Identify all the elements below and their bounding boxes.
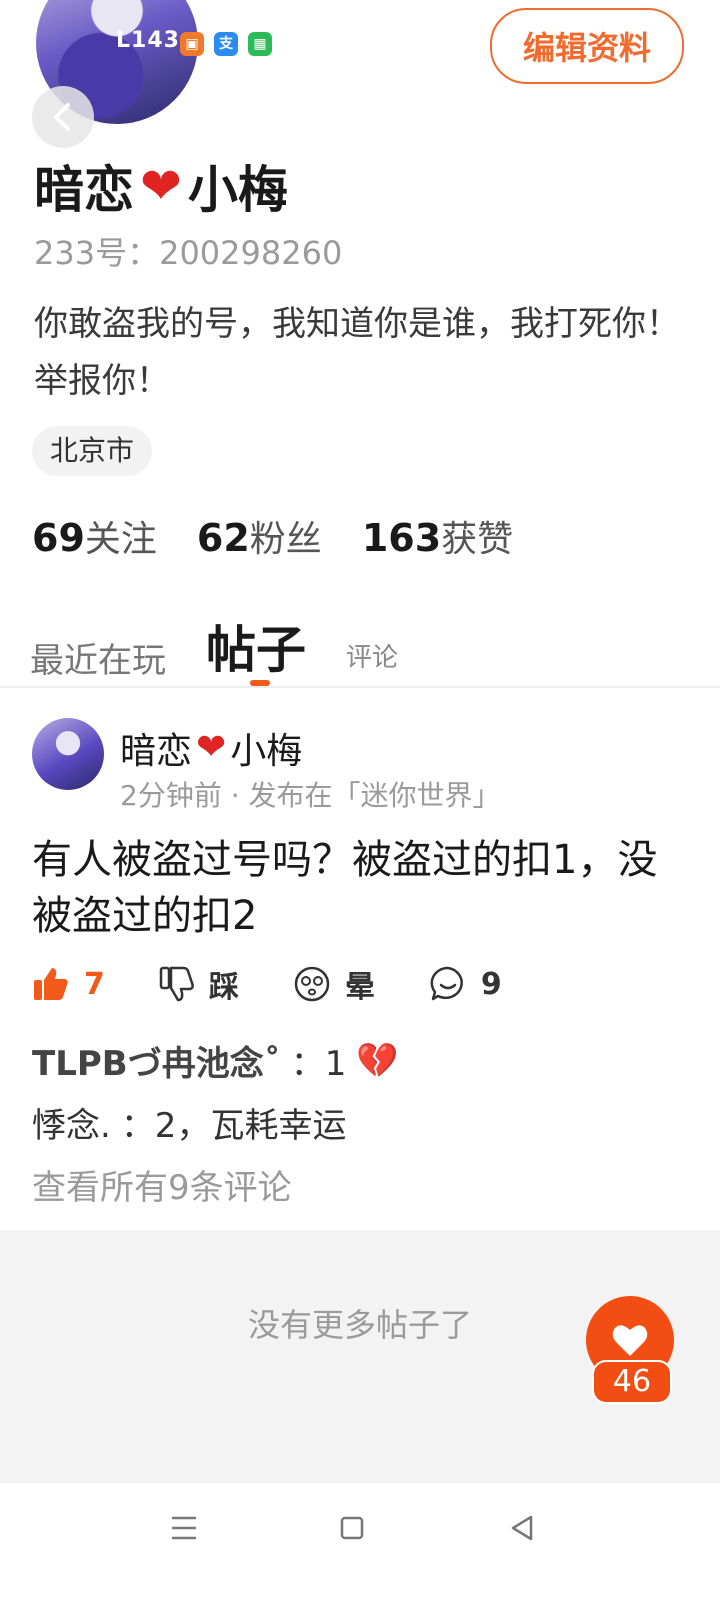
comment-icon — [430, 966, 463, 1001]
back-triangle-icon[interactable] — [502, 1508, 542, 1548]
post-author[interactable]: 暗恋 ❤ 小梅 — [120, 722, 302, 774]
tab-comments[interactable]: 评论 — [346, 637, 398, 682]
chevron-left-icon — [53, 103, 70, 131]
location-tag: 北京市 — [32, 426, 153, 476]
android-badge-icon: ▦ — [248, 32, 272, 56]
heart-icon — [612, 1325, 648, 1356]
tab-posts[interactable]: 帖子 — [206, 610, 306, 682]
like-count: 7 — [84, 966, 105, 1002]
home-square-icon[interactable] — [332, 1508, 372, 1548]
post-meta: 2分钟前 · 发布在「迷你世界」 — [120, 779, 501, 812]
edit-profile-button[interactable]: 编辑资料 — [490, 8, 684, 84]
stat-number: 62 — [196, 516, 250, 560]
comment-user: TLPBづ冉池念˚ — [32, 1044, 281, 1084]
tab-recently-played[interactable]: 最近在玩 — [30, 633, 166, 682]
heart-icon: ❤ — [196, 727, 227, 768]
like-button[interactable]: 7 — [32, 966, 105, 1002]
stat-label: 粉丝 — [249, 519, 322, 560]
view-all-comments-link[interactable]: 查看所有9条评论 — [32, 1160, 292, 1209]
comment-preview[interactable]: TLPBづ冉池念˚ ：1 💔 — [32, 1036, 399, 1085]
divider — [0, 686, 720, 688]
edit-profile-label: 编辑资料 — [522, 29, 651, 67]
dislike-label: 踩 — [208, 970, 239, 1005]
dislike-button[interactable]: 踩 — [159, 962, 239, 1006]
dizzy-button[interactable]: 晕 — [293, 962, 375, 1006]
broken-heart-icon: 💔 — [356, 1040, 399, 1081]
post-body[interactable]: 有人被盗过号吗？被盗过的扣1，没被盗过的扣2 — [32, 832, 692, 944]
comment-count: 9 — [480, 966, 502, 1002]
comment-button[interactable]: 9 — [429, 965, 502, 1003]
post-actions: 7 踩 晕 9 — [32, 962, 502, 1006]
dizzy-label: 晕 — [344, 970, 375, 1005]
back-button[interactable] — [32, 86, 94, 148]
book-badge-icon: ▣ — [180, 32, 204, 56]
stat-following[interactable]: 69关注 — [32, 510, 157, 562]
username-text: 暗恋 — [34, 161, 134, 219]
username-suffix: 小梅 — [187, 161, 288, 219]
stat-number: 69 — [32, 516, 85, 560]
post-author-suffix: 小梅 — [230, 731, 303, 772]
thumbs-down-icon — [159, 966, 194, 1002]
thumbs-up-icon — [34, 968, 68, 1000]
alipay-badge-icon: 支 — [214, 32, 238, 56]
profile-tabs: 最近在玩 帖子 评论 — [30, 610, 398, 682]
heart-icon: ❤ — [140, 157, 182, 215]
stat-likes[interactable]: 163获赞 — [362, 510, 513, 562]
comment-text: ：2，瓦耗幸运 — [120, 1106, 347, 1146]
stat-number: 163 — [361, 516, 442, 560]
profile-username: 暗恋 ❤ 小梅 — [34, 150, 288, 222]
dizzy-face-icon — [294, 966, 330, 1002]
user-id: 233号：200298260 — [34, 234, 343, 272]
stat-followers[interactable]: 62粉丝 — [197, 510, 322, 562]
post-author-name: 暗恋 — [120, 731, 193, 772]
comment-preview[interactable]: 悸念. ：2，瓦耗幸运 — [32, 1098, 346, 1147]
fab-like-count: 46 — [592, 1360, 672, 1404]
level-badge: L143 — [116, 28, 180, 53]
comment-user: 悸念. — [32, 1106, 111, 1146]
profile-stats: 69关注 62粉丝 163获赞 — [32, 510, 513, 562]
stat-label: 获赞 — [441, 519, 514, 560]
post-author-avatar[interactable] — [32, 718, 104, 790]
profile-bio: 你敢盗我的号，我知道你是谁，我打死你！举报你！ — [34, 304, 680, 401]
menu-icon[interactable] — [164, 1508, 204, 1548]
comment-text: ：1 — [290, 1044, 347, 1084]
stat-label: 关注 — [84, 519, 157, 560]
